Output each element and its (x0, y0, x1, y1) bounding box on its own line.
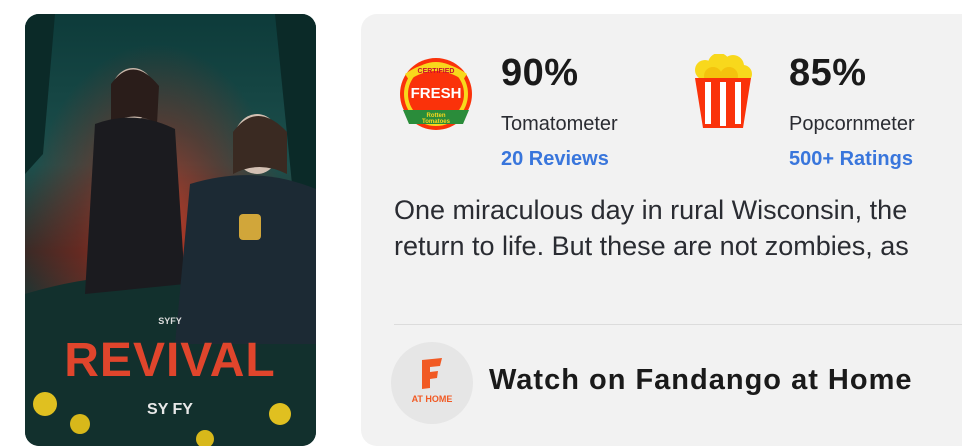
synopsis-line-2: return to life. But these are not zombie… (394, 231, 909, 261)
popcorn-bucket-icon (695, 54, 752, 128)
popcornmeter-score: 85% (789, 52, 867, 94)
svg-text:Tomatoes: Tomatoes (422, 119, 451, 125)
tomatometer-label: Tomatometer (501, 113, 618, 135)
popcornmeter-ratings-link[interactable]: 500+ Ratings (789, 148, 913, 171)
at-home-caption: AT HOME (411, 394, 453, 404)
poster-network-small: SYFY (158, 316, 182, 326)
divider (394, 324, 962, 325)
tomatometer-block: CERTIFIED FRESH Rotten Tomatoes 90% Toma… (397, 50, 637, 180)
poster-network-logo: SY FY (147, 401, 193, 418)
show-info-card: CERTIFIED FRESH Rotten Tomatoes 90% Toma… (361, 14, 962, 446)
svg-text:CERTIFIED: CERTIFIED (418, 68, 455, 75)
synopsis-line-1: One miraculous day in rural Wisconsin, t… (394, 195, 908, 225)
popcornmeter-block: 85% Popcornmeter 500+ Ratings (691, 50, 962, 180)
watch-on-fandango-button[interactable]: AT HOME Watch on Fandango at Home (391, 342, 962, 424)
poster-image: SYFY REVIVAL SY FY (25, 14, 316, 446)
popcornmeter-label: Popcornmeter (789, 113, 915, 135)
fandango-at-home-icon: AT HOME (391, 342, 473, 424)
poster-title: REVIVAL (64, 334, 275, 387)
synopsis: One miraculous day in rural Wisconsin, t… (394, 192, 962, 264)
svg-text:FRESH: FRESH (411, 85, 462, 102)
certified-fresh-icon: CERTIFIED FRESH Rotten Tomatoes (400, 58, 472, 130)
tomatometer-reviews-link[interactable]: 20 Reviews (501, 148, 609, 171)
tomatometer-score: 90% (501, 52, 579, 94)
watch-label: Watch on Fandango at Home (489, 364, 913, 396)
show-poster[interactable]: SYFY REVIVAL SY FY (25, 14, 316, 446)
